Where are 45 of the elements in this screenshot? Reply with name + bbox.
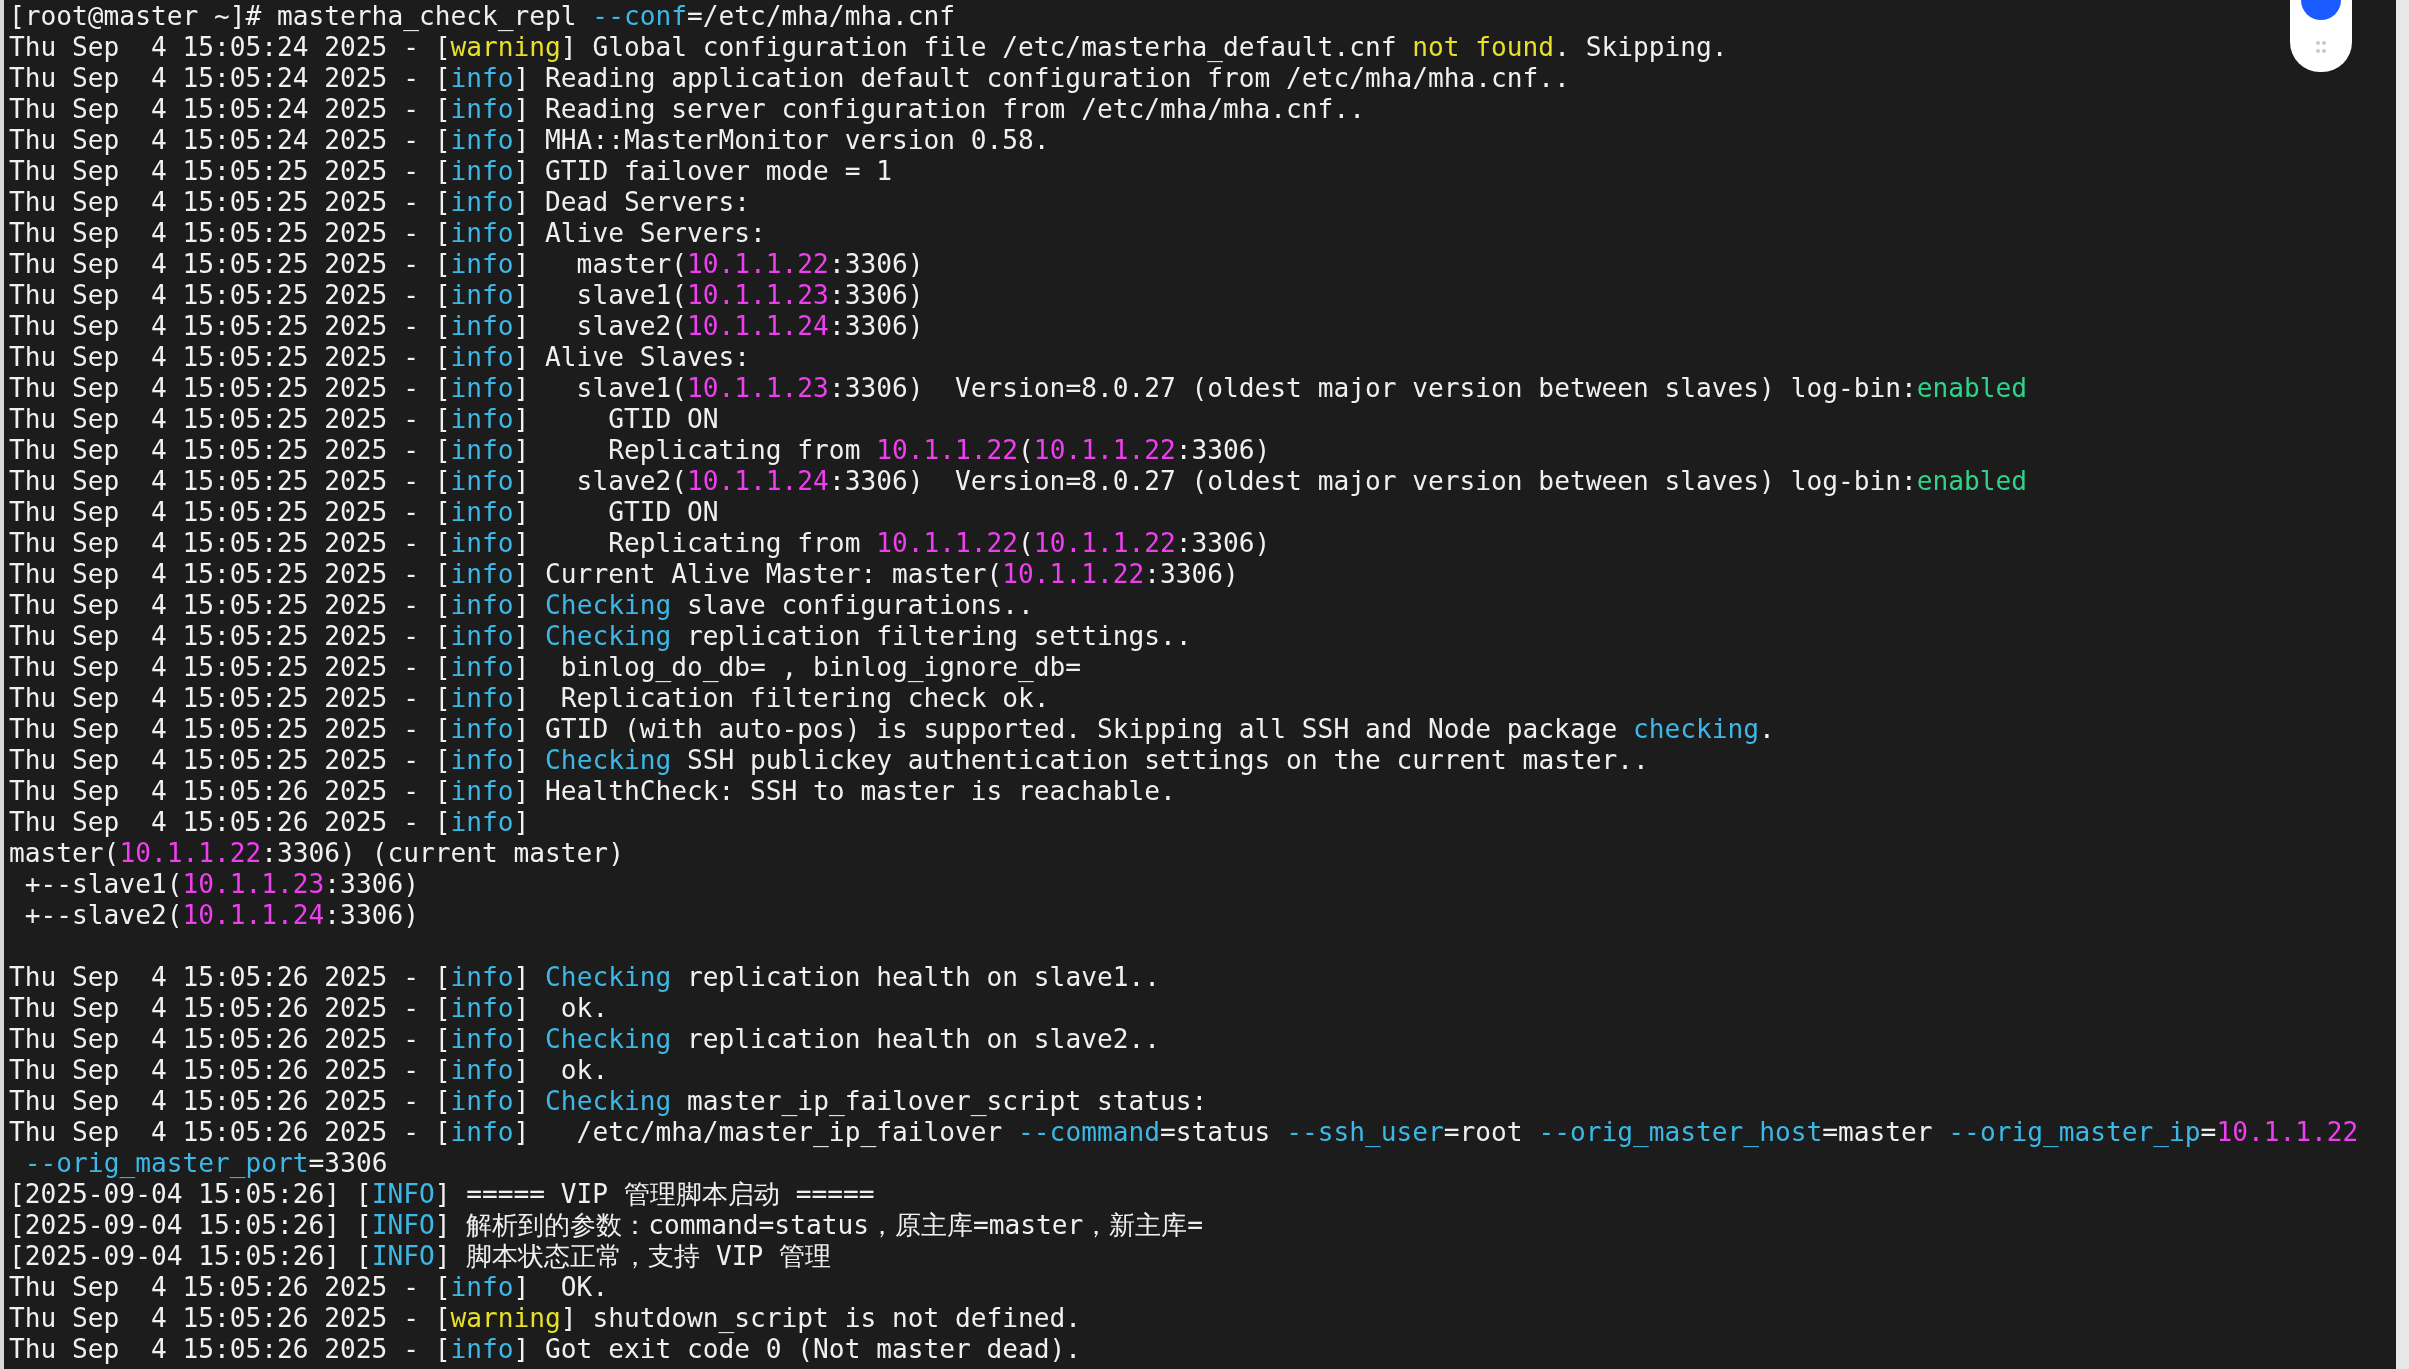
- terminal-line: Thu Sep 4 15:05:26 2025 - [info] HealthCheck: SSH to master is reachable.: [9, 776, 1176, 807]
- terminal-line: Thu Sep 4 15:05:24 2025 - [warning] Global configuration file /etc/masterha_default.cnf not found. Skipping.: [9, 32, 1728, 63]
- terminal-line: Thu Sep 4 15:05:25 2025 - [info] Dead Servers:: [9, 187, 751, 218]
- terminal-line: Thu Sep 4 15:05:25 2025 - [info] Current Alive Master: master(10.1.1.22:3306): [9, 559, 1239, 590]
- terminal-line: Thu Sep 4 15:05:26 2025 - [info] ok.: [9, 993, 609, 1024]
- terminal-line: Thu Sep 4 15:05:25 2025 - [info] GTID ON: [9, 404, 719, 435]
- terminal-line: Thu Sep 4 15:05:26 2025 - [info] Checking master_ip_failover_script status:: [9, 1086, 1208, 1117]
- terminal-line: Thu Sep 4 15:05:25 2025 - [info] GTID (with auto-pos) is supported. Skipping all SSH and Node package checking.: [9, 714, 1775, 745]
- terminal-line: +--slave2(10.1.1.24:3306): [23, 900, 419, 931]
- terminal-line: Thu Sep 4 15:05:25 2025 - [info] Checking replication filtering settings..: [9, 621, 1192, 652]
- terminal-line: Thu Sep 4 15:05:25 2025 - [info] master(10.1.1.22:3306): [9, 249, 924, 280]
- terminal-line: Thu Sep 4 15:05:26 2025 - [info] Checking replication health on slave1..: [9, 962, 1160, 993]
- terminal-line: Thu Sep 4 15:05:25 2025 - [info] GTID ON: [9, 497, 719, 528]
- terminal-line: Thu Sep 4 15:05:25 2025 - [info] Alive Slaves:: [9, 342, 751, 373]
- drag-handle-icon: [2315, 40, 2327, 54]
- terminal-line: Thu Sep 4 15:05:26 2025 - [info] Checking replication health on slave2..: [9, 1024, 1160, 1055]
- terminal-line: Thu Sep 4 15:05:26 2025 - [info] ok.: [9, 1055, 609, 1086]
- terminal-line: Thu Sep 4 15:05:25 2025 - [info] slave1(10.1.1.23:3306): [9, 280, 924, 311]
- terminal-line: Thu Sep 4 15:05:24 2025 - [info] MHA::MasterMonitor version 0.58.: [9, 125, 1050, 156]
- terminal-line: Thu Sep 4 15:05:25 2025 - [info] slave1(10.1.1.23:3306) Version=8.0.27 (oldest major version between slaves) log-bin:enabled: [9, 373, 2028, 404]
- terminal-line: Thu Sep 4 15:05:26 2025 - [warning] shutdown_script is not defined.: [9, 1303, 1082, 1334]
- terminal-line: Thu Sep 4 15:05:25 2025 - [info] Checking slave configurations..: [9, 590, 1034, 621]
- floating-widget[interactable]: [2290, 0, 2352, 72]
- terminal-line: Thu Sep 4 15:05:24 2025 - [info] Reading server configuration from /etc/mha/mha.cnf..: [9, 94, 1365, 125]
- terminal-line: Thu Sep 4 15:05:25 2025 - [info] binlog_do_db= , binlog_ignore_db=: [9, 652, 1082, 683]
- terminal-line: [2025-09-04 15:05:26] [INFO] 解析到的参数：command=status，原主库=master，新主库=: [9, 1210, 1204, 1241]
- terminal-line: Thu Sep 4 15:05:25 2025 - [info] Alive Servers:: [9, 218, 766, 249]
- terminal-line: master(10.1.1.22:3306) (current master): [9, 838, 624, 869]
- terminal-line: [root@master ~]# masterha_check_repl --conf=/etc/mha/mha.cnf: [9, 1, 955, 32]
- terminal-line: Thu Sep 4 15:05:25 2025 - [info] Replication filtering check ok.: [9, 683, 1050, 714]
- terminal-line: Thu Sep 4 15:05:26 2025 - [info] Got exit code 0 (Not master dead).: [9, 1334, 1082, 1365]
- terminal-line: Thu Sep 4 15:05:26 2025 - [info] OK.: [9, 1272, 609, 1303]
- terminal-line: Thu Sep 4 15:05:26 2025 - [info]: [9, 807, 530, 838]
- terminal-line: Thu Sep 4 15:05:25 2025 - [info] slave2(10.1.1.24:3306) Version=8.0.27 (oldest major version between slaves) log-bin:enabled: [9, 466, 2028, 497]
- terminal-line: +--slave1(10.1.1.23:3306): [23, 869, 419, 900]
- terminal-line: Thu Sep 4 15:05:25 2025 - [info] Replicating from 10.1.1.22(10.1.1.22:3306): [9, 435, 1271, 466]
- terminal-line: Thu Sep 4 15:05:24 2025 - [info] Reading application default configuration from /etc/mha/mha.cnf..: [9, 63, 1570, 94]
- terminal-line: [2025-09-04 15:05:26] [INFO] ===== VIP 管理脚本启动 =====: [9, 1179, 875, 1210]
- terminal-line: Thu Sep 4 15:05:25 2025 - [info] Replicating from 10.1.1.22(10.1.1.22:3306): [9, 528, 1271, 559]
- terminal-line: Thu Sep 4 15:05:25 2025 - [info] slave2(10.1.1.24:3306): [9, 311, 924, 342]
- terminal-line: Thu Sep 4 15:05:25 2025 - [info] GTID failover mode = 1: [9, 156, 892, 187]
- terminal-line: --orig_master_port=3306: [24, 1148, 388, 1179]
- terminal-line: Thu Sep 4 15:05:25 2025 - [info] Checking SSH publickey authentication settings on the current master..: [9, 745, 1649, 776]
- terminal-line: Thu Sep 4 15:05:26 2025 - [info] /etc/mha/master_ip_failover --command=status --ssh_user=root --orig_master_host=master --orig_master_ip=10.1.1.22: [9, 1117, 2359, 1148]
- terminal-line: [2025-09-04 15:05:26] [INFO] 脚本状态正常，支持 VIP 管理: [9, 1241, 832, 1272]
